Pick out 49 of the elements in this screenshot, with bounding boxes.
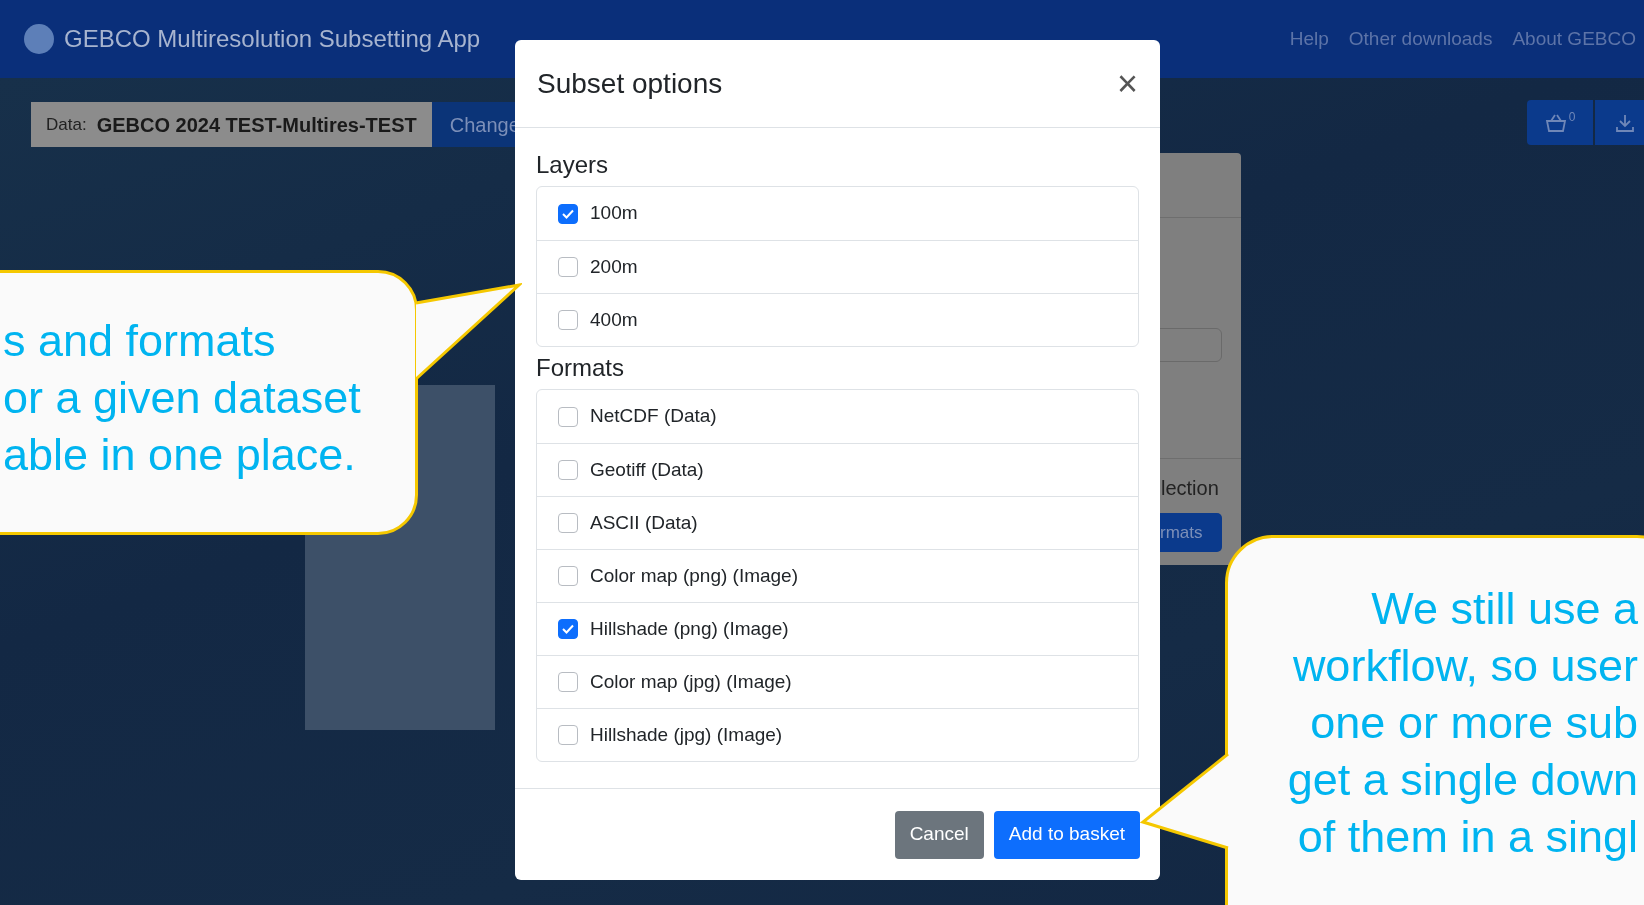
globe-logo-icon [24, 24, 54, 54]
option-label: Color map (png) (Image) [590, 563, 799, 588]
modal-title: Subset options [537, 66, 723, 101]
callout-text: one or more sub [1310, 696, 1638, 750]
checkbox[interactable] [558, 725, 578, 745]
callout-text: get a single down [1287, 753, 1638, 807]
close-button[interactable]: × [1116, 65, 1138, 102]
nav-link[interactable]: Help [1289, 24, 1329, 54]
cancel-button[interactable]: Cancel [894, 810, 984, 859]
download-button[interactable] [1595, 100, 1644, 145]
option-label: Color map (jpg) (Image) [590, 669, 792, 694]
checkbox[interactable] [558, 406, 578, 427]
callout-text: workflow, so user [1292, 639, 1638, 693]
basket-icon [1544, 112, 1567, 133]
dataset-name: GEBCO 2024 TEST-Multires-TEST [96, 112, 417, 138]
option-label: 200m [590, 254, 638, 279]
checkbox[interactable] [558, 310, 578, 330]
checkbox[interactable] [558, 460, 578, 480]
option-label: 100m [590, 201, 638, 226]
option-label: 400m [590, 307, 638, 332]
checkbox[interactable] [558, 257, 578, 277]
callout-text: or a given dataset [3, 371, 362, 425]
callout-text: able in one place. [3, 428, 357, 482]
basket-button[interactable]: 0 [1527, 100, 1593, 145]
basket-count: 0 [1568, 109, 1576, 126]
nav-link[interactable]: About GEBCO [1512, 24, 1636, 54]
checkbox[interactable] [558, 619, 578, 639]
option-label: Geotiff (Data) [590, 457, 704, 482]
option-label: Hillshade (png) (Image) [590, 616, 789, 641]
callout-text: s and formats [3, 314, 277, 368]
checkbox[interactable] [558, 672, 578, 692]
add-to-basket-button[interactable]: Add to basket [993, 810, 1140, 859]
option-label: Hillshade (jpg) (Image) [590, 722, 783, 747]
checkbox[interactable] [558, 203, 578, 224]
callout-text: of them in a singl [1297, 810, 1638, 864]
nav-link[interactable]: Other downloads [1348, 24, 1493, 54]
option-label: NetCDF (Data) [590, 404, 717, 429]
checkmark-icon [562, 624, 574, 634]
data-caption: Data: [46, 113, 87, 136]
checkbox[interactable] [558, 566, 578, 586]
section-heading: Layers [536, 150, 610, 180]
checkmark-icon [562, 208, 574, 219]
section-heading: Formats [536, 353, 625, 383]
panel-heading: lection [1160, 476, 1220, 501]
option-label: ASCII (Data) [590, 510, 698, 535]
checkbox[interactable] [558, 513, 578, 533]
download-icon [1615, 112, 1635, 133]
app-title: GEBCO Multiresolution Subsetting App [64, 24, 481, 54]
callout-text: We still use a [1371, 582, 1638, 636]
